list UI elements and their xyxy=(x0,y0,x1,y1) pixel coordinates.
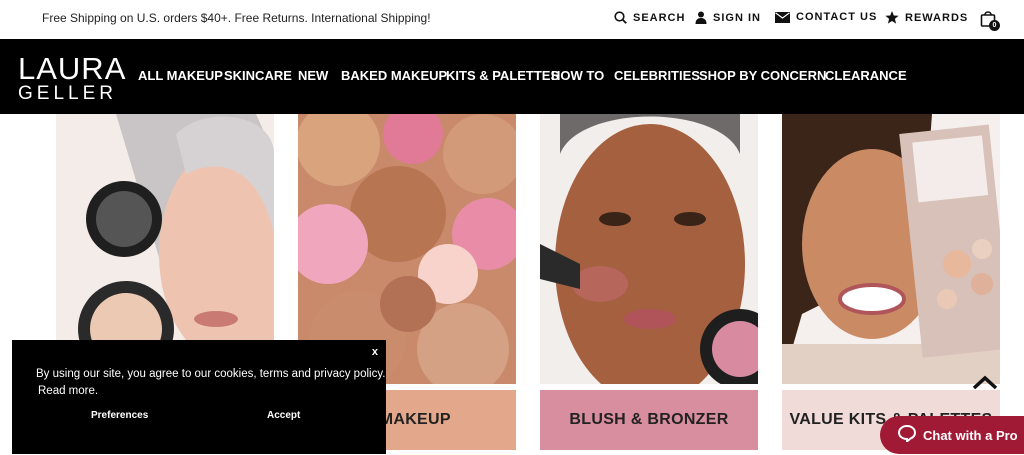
envelope-icon xyxy=(775,11,790,23)
brand-logo[interactable]: LAURA GELLER xyxy=(18,51,127,105)
nav-how-to[interactable]: HOW TO xyxy=(551,68,604,83)
nav-new[interactable]: NEW xyxy=(298,68,328,83)
read-more-link[interactable]: Read more. xyxy=(38,385,98,397)
tile-caption: BLUSH & BRONZER xyxy=(540,390,758,450)
nav-all-makeup[interactable]: ALL MAKEUP xyxy=(138,68,223,83)
nav-shop-by-concern[interactable]: SHOP BY CONCERN xyxy=(699,68,826,83)
cookie-message: By using our site, you agree to our cook… xyxy=(36,368,386,380)
logo-line-2: GELLER xyxy=(18,83,117,105)
close-icon[interactable]: x xyxy=(372,346,378,358)
shopping-bag-icon: 0 xyxy=(980,10,1002,32)
cart-button[interactable]: 0 xyxy=(980,10,1002,32)
model-photo xyxy=(540,114,758,404)
scroll-to-top-button[interactable] xyxy=(972,375,998,396)
category-tile-value-kits[interactable]: VALUE KITS & PALETTES xyxy=(782,114,1000,455)
rewards-link[interactable]: REWARDS xyxy=(885,11,968,24)
category-tile-blush-bronzer[interactable]: BLUSH & BRONZER xyxy=(540,114,758,455)
rewards-label: REWARDS xyxy=(905,11,969,24)
chat-label: Chat with a Pro xyxy=(923,427,1018,443)
search-label: SEARCH xyxy=(633,11,686,24)
nav-clearance[interactable]: CLEARANCE xyxy=(825,68,907,83)
user-icon xyxy=(695,11,707,24)
cart-count-badge: 0 xyxy=(989,20,1000,31)
star-icon xyxy=(885,11,899,24)
chat-bubble-icon xyxy=(897,424,917,445)
nav-kits-palettes[interactable]: KITS & PALETTES xyxy=(446,68,559,83)
accept-button[interactable]: Accept xyxy=(267,410,300,421)
contact-us-label: CONTACT US xyxy=(796,11,878,23)
sign-in-label: SIGN IN xyxy=(713,11,761,24)
sign-in-link[interactable]: SIGN IN xyxy=(695,11,761,24)
preferences-button[interactable]: Preferences xyxy=(91,410,148,421)
chevron-up-icon xyxy=(972,375,998,395)
shipping-message: Free Shipping on U.S. orders $40+. Free … xyxy=(42,11,431,25)
logo-line-1: LAURA xyxy=(18,51,127,86)
cookie-consent-banner: x By using our site, you agree to our co… xyxy=(12,340,386,454)
main-navigation: LAURA GELLER ALL MAKEUP SKINCARE NEW BAK… xyxy=(0,39,1024,114)
nav-skincare[interactable]: SKINCARE xyxy=(224,68,292,83)
chat-with-pro-button[interactable]: Chat with a Pro xyxy=(880,416,1024,454)
search-link[interactable]: SEARCH xyxy=(614,11,685,24)
search-icon xyxy=(614,11,627,24)
utility-bar: Free Shipping on U.S. orders $40+. Free … xyxy=(0,0,1024,39)
contact-us-link[interactable]: CONTACT US xyxy=(775,11,877,23)
nav-baked-makeup[interactable]: BAKED MAKEUP xyxy=(341,68,447,83)
model-photo xyxy=(782,114,1000,384)
nav-celebrities[interactable]: CELEBRITIES xyxy=(614,68,700,83)
